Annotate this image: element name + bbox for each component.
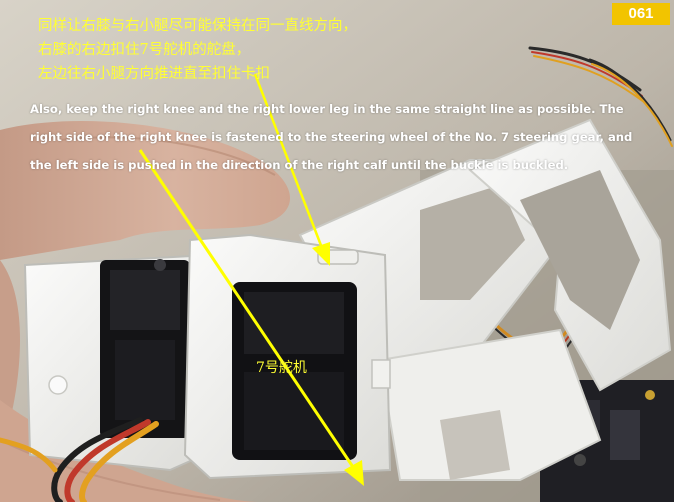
- instruction-zh-line-3: 左边往右小腿方向推进直至扣住卡扣: [38, 66, 270, 82]
- instruction-en: Also, keep the right knee and the right …: [30, 102, 633, 172]
- instruction-zh-line-1: 同样让右膝与右小腿尽可能保持在同一直线方向，: [38, 18, 357, 34]
- servo-7-label: 7号舵机: [256, 360, 307, 376]
- page-number-badge: 061: [612, 3, 670, 25]
- instruction-zh-line-2: 右膝的右边扣住7号舵机的舵盘，: [38, 42, 251, 58]
